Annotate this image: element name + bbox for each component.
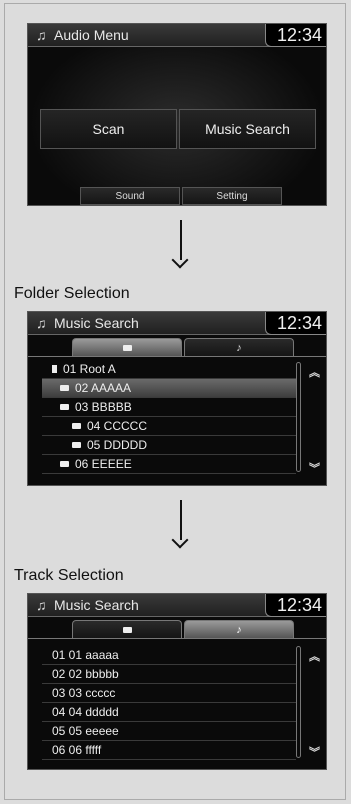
list-item[interactable]: 05 05 eeeee xyxy=(42,722,296,741)
list-item[interactable]: 05 DDDDD xyxy=(42,436,296,455)
list-item[interactable]: 02 02 bbbbb xyxy=(42,665,296,684)
tab-bar: ♪ xyxy=(28,338,326,357)
step-label: Track Selection xyxy=(14,567,124,584)
folder-icon xyxy=(60,461,69,467)
scroll-down-icon[interactable]: ︾ xyxy=(309,460,320,476)
scroll-up-icon[interactable]: ︽ xyxy=(309,364,320,380)
music-search-button[interactable]: Music Search xyxy=(179,109,316,149)
title-bar: ♫ Music Search 12:34 xyxy=(28,594,326,617)
screen-title: Music Search xyxy=(54,315,139,331)
folder-icon xyxy=(60,385,69,391)
music-note-icon: ♫ xyxy=(36,27,47,43)
list-item[interactable]: 01 Root A xyxy=(42,360,296,379)
tab-bar: ♪ xyxy=(28,620,326,639)
music-note-icon: ♫ xyxy=(36,315,47,331)
list-item[interactable]: 03 BBBBB xyxy=(42,398,296,417)
title-bar: ♫ Music Search 12:34 xyxy=(28,312,326,335)
tab-track[interactable]: ♪ xyxy=(184,620,294,638)
clock: 12:34 xyxy=(265,312,326,335)
scrollbar[interactable] xyxy=(296,646,301,758)
scroll-down-icon[interactable]: ︾ xyxy=(309,744,320,760)
arrow-down-icon xyxy=(170,220,192,269)
clock: 12:34 xyxy=(265,24,326,47)
sound-button[interactable]: Sound xyxy=(80,187,180,205)
screen-title: Audio Menu xyxy=(54,27,129,43)
title-bar: ♫ Audio Menu 12:34 xyxy=(28,24,326,47)
list-item[interactable]: 06 06 fffff xyxy=(42,741,296,760)
tab-folder[interactable] xyxy=(72,620,182,638)
list-item-selected[interactable]: 02 AAAAA xyxy=(42,379,296,398)
folder-icon xyxy=(72,423,81,429)
scrollbar[interactable] xyxy=(296,362,301,472)
music-note-icon: ♪ xyxy=(236,341,242,354)
step-label: Folder Selection xyxy=(14,285,130,302)
track-selection-screen: ♫ Music Search 12:34 ♪ 01 01 aaaaa 02 02… xyxy=(27,593,327,770)
audio-menu-screen: ♫ Audio Menu 12:34 Scan Music Search Sou… xyxy=(27,23,327,206)
folder-icon xyxy=(122,344,132,351)
folder-icon xyxy=(72,442,81,448)
folder-icon xyxy=(122,626,132,633)
scan-button[interactable]: Scan xyxy=(40,109,177,149)
tab-folder[interactable] xyxy=(72,338,182,356)
list-item[interactable]: 06 EEEEE xyxy=(42,455,296,474)
arrow-down-icon xyxy=(170,500,192,549)
tab-track[interactable]: ♪ xyxy=(184,338,294,356)
folder-icon xyxy=(60,404,69,410)
screen-title: Music Search xyxy=(54,597,139,613)
list-item[interactable]: 03 03 ccccc xyxy=(42,684,296,703)
setting-button[interactable]: Setting xyxy=(182,187,282,205)
music-note-icon: ♪ xyxy=(236,623,242,636)
list-item[interactable]: 04 04 ddddd xyxy=(42,703,296,722)
clock: 12:34 xyxy=(265,594,326,617)
device-icon xyxy=(52,365,57,373)
list-item[interactable]: 01 01 aaaaa xyxy=(42,646,296,665)
scroll-up-icon[interactable]: ︽ xyxy=(309,648,320,664)
list-item[interactable]: 04 CCCCC xyxy=(42,417,296,436)
folder-selection-screen: ♫ Music Search 12:34 ♪ 01 Root A 02 AAAA… xyxy=(27,311,327,486)
music-note-icon: ♫ xyxy=(36,597,47,613)
